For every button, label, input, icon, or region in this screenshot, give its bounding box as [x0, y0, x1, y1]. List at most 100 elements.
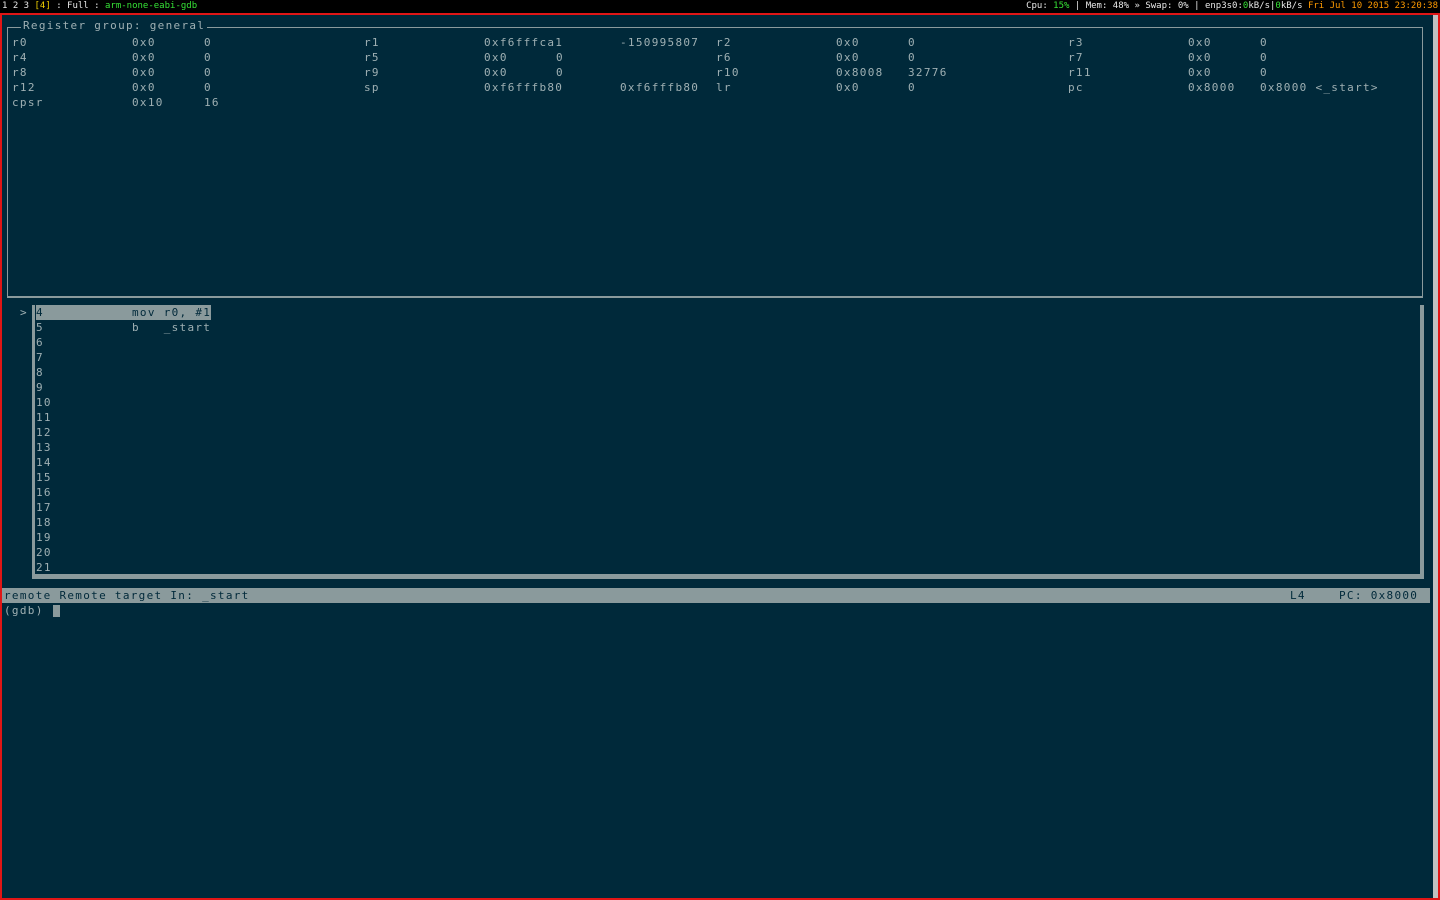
register-hex: 0x0 — [132, 36, 156, 49]
register-pane-title: Register group: general — [21, 18, 208, 33]
mem-value: 48% — [1112, 1, 1130, 11]
source-line[interactable]: 4 mov r0, #1 — [36, 305, 211, 320]
register-name: sp — [364, 81, 380, 94]
register-hex: 0x0 — [1188, 36, 1212, 49]
register-dec: 0 — [908, 81, 916, 94]
register-dec: 0 — [556, 66, 564, 79]
register-hex: 0x0 — [132, 66, 156, 79]
register-name: r10 — [716, 66, 740, 79]
layout-mode[interactable]: Full — [67, 1, 89, 11]
workspace-list[interactable]: 1 2 3 — [2, 1, 29, 11]
separator: : — [94, 1, 100, 11]
window-title: arm-none-eabi-gdb — [105, 1, 198, 11]
text-cursor[interactable] — [53, 605, 60, 617]
register-name: r5 — [364, 51, 380, 64]
register-name: r0 — [12, 36, 28, 49]
register-hex: 0x0 — [484, 51, 508, 64]
register-dec: 0xf6fffb80 — [620, 81, 700, 94]
line-number: 14 — [36, 456, 52, 469]
swap-label: » Swap: — [1134, 1, 1173, 11]
mem-label: | Mem: — [1074, 1, 1108, 11]
register-name: r1 — [364, 36, 380, 49]
register-name: r3 — [1068, 36, 1084, 49]
register-dec: 0 — [908, 51, 916, 64]
register-hex: 0x0 — [836, 51, 860, 64]
register-dec: 0 — [1260, 66, 1268, 79]
register-hex: 0x8008 — [836, 66, 884, 79]
source-pane-scrollbar[interactable] — [1420, 305, 1424, 577]
active-workspace[interactable]: [4] — [35, 1, 51, 11]
register-hex: 0x10 — [132, 96, 164, 109]
net-up-unit: kB/s — [1280, 1, 1303, 11]
line-number: 10 — [36, 396, 52, 409]
register-dec: 0 — [908, 36, 916, 49]
register-name: r2 — [716, 36, 732, 49]
line-number: 7 — [36, 351, 44, 364]
register-name: r7 — [1068, 51, 1084, 64]
line-number: 13 — [36, 441, 52, 454]
net-down-unit: kB/s — [1248, 1, 1270, 11]
source-pane-left-border — [32, 305, 35, 577]
line-number: 17 — [36, 501, 52, 514]
status-pc: PC: 0x8000 — [1339, 589, 1419, 602]
register-name: lr — [716, 81, 732, 94]
status-line-number: L4 — [1290, 589, 1306, 602]
register-name: r9 — [364, 66, 380, 79]
register-hex: 0xf6fffca1 — [484, 36, 564, 49]
cpu-label: Cpu: — [1026, 1, 1048, 11]
net-label: | enp3s0: — [1194, 1, 1243, 11]
line-number: 15 — [36, 471, 52, 484]
gdb-prompt: (gdb) — [4, 604, 52, 617]
register-hex: 0x0 — [132, 81, 156, 94]
status-target: remote Remote target In: _start — [4, 589, 250, 602]
swap-value: 0% — [1177, 1, 1189, 11]
line-number: 20 — [36, 546, 52, 559]
terminal-scrollbar[interactable] — [1433, 15, 1438, 898]
source-code: b _start — [132, 321, 212, 334]
register-dec: 0 — [1260, 51, 1268, 64]
line-number: 4 — [36, 306, 44, 319]
register-hex: 0x0 — [484, 66, 508, 79]
register-hex: 0x0 — [1188, 51, 1212, 64]
register-dec: 32776 — [908, 66, 948, 79]
line-number: 21 — [36, 561, 52, 574]
line-number: 16 — [36, 486, 52, 499]
line-number: 12 — [36, 426, 52, 439]
system-status-bar: 1 2 3 [4] : Full : arm-none-eabi-gdb Cpu… — [0, 0, 1440, 12]
register-dec: 16 — [204, 96, 220, 109]
source-code: mov r0, #1 — [132, 306, 212, 319]
source-pane-bottom-border — [32, 574, 1424, 579]
line-number: 9 — [36, 381, 44, 394]
register-dec: 0 — [1260, 36, 1268, 49]
register-dec: 0 — [204, 81, 212, 94]
register-dec: 0 — [204, 66, 212, 79]
line-number: 19 — [36, 531, 52, 544]
tui-status-line: remote Remote target In: _start L4 PC: 0… — [2, 588, 1430, 603]
register-dec: 0 — [204, 51, 212, 64]
register-name: r6 — [716, 51, 732, 64]
register-dec: 0 — [204, 36, 212, 49]
system-monitor: Cpu: 15% | Mem: 48% » Swap: 0% | enp3s0:… — [1026, 0, 1438, 12]
current-line-pointer: > — [20, 306, 28, 319]
line-number: 18 — [36, 516, 52, 529]
line-number: 8 — [36, 366, 44, 379]
register-hex: 0x0 — [836, 81, 860, 94]
register-name: pc — [1068, 81, 1084, 94]
clock: Fri Jul 10 2015 23:20:38 — [1307, 1, 1438, 11]
pane-divider — [7, 297, 1423, 298]
register-name: r8 — [12, 66, 28, 79]
cpu-value: 15% — [1053, 1, 1070, 11]
register-hex: 0x8000 — [1188, 81, 1236, 94]
register-hex: 0xf6fffb80 — [484, 81, 564, 94]
register-hex: 0x0 — [836, 36, 860, 49]
register-name: r4 — [12, 51, 28, 64]
register-name: cpsr — [12, 96, 44, 109]
workspace-indicator: 1 2 3 [4] : Full : arm-none-eabi-gdb — [2, 0, 197, 12]
register-dec: 0 — [556, 51, 564, 64]
terminal-window[interactable]: Register group: general r0 0x0 0 r1 0xf6fffc… — [0, 13, 1440, 900]
line-number: 6 — [36, 336, 44, 349]
register-name: r12 — [12, 81, 36, 94]
line-number: 5 — [36, 321, 44, 334]
register-dec: -150995807 — [620, 36, 700, 49]
register-name: r11 — [1068, 66, 1092, 79]
